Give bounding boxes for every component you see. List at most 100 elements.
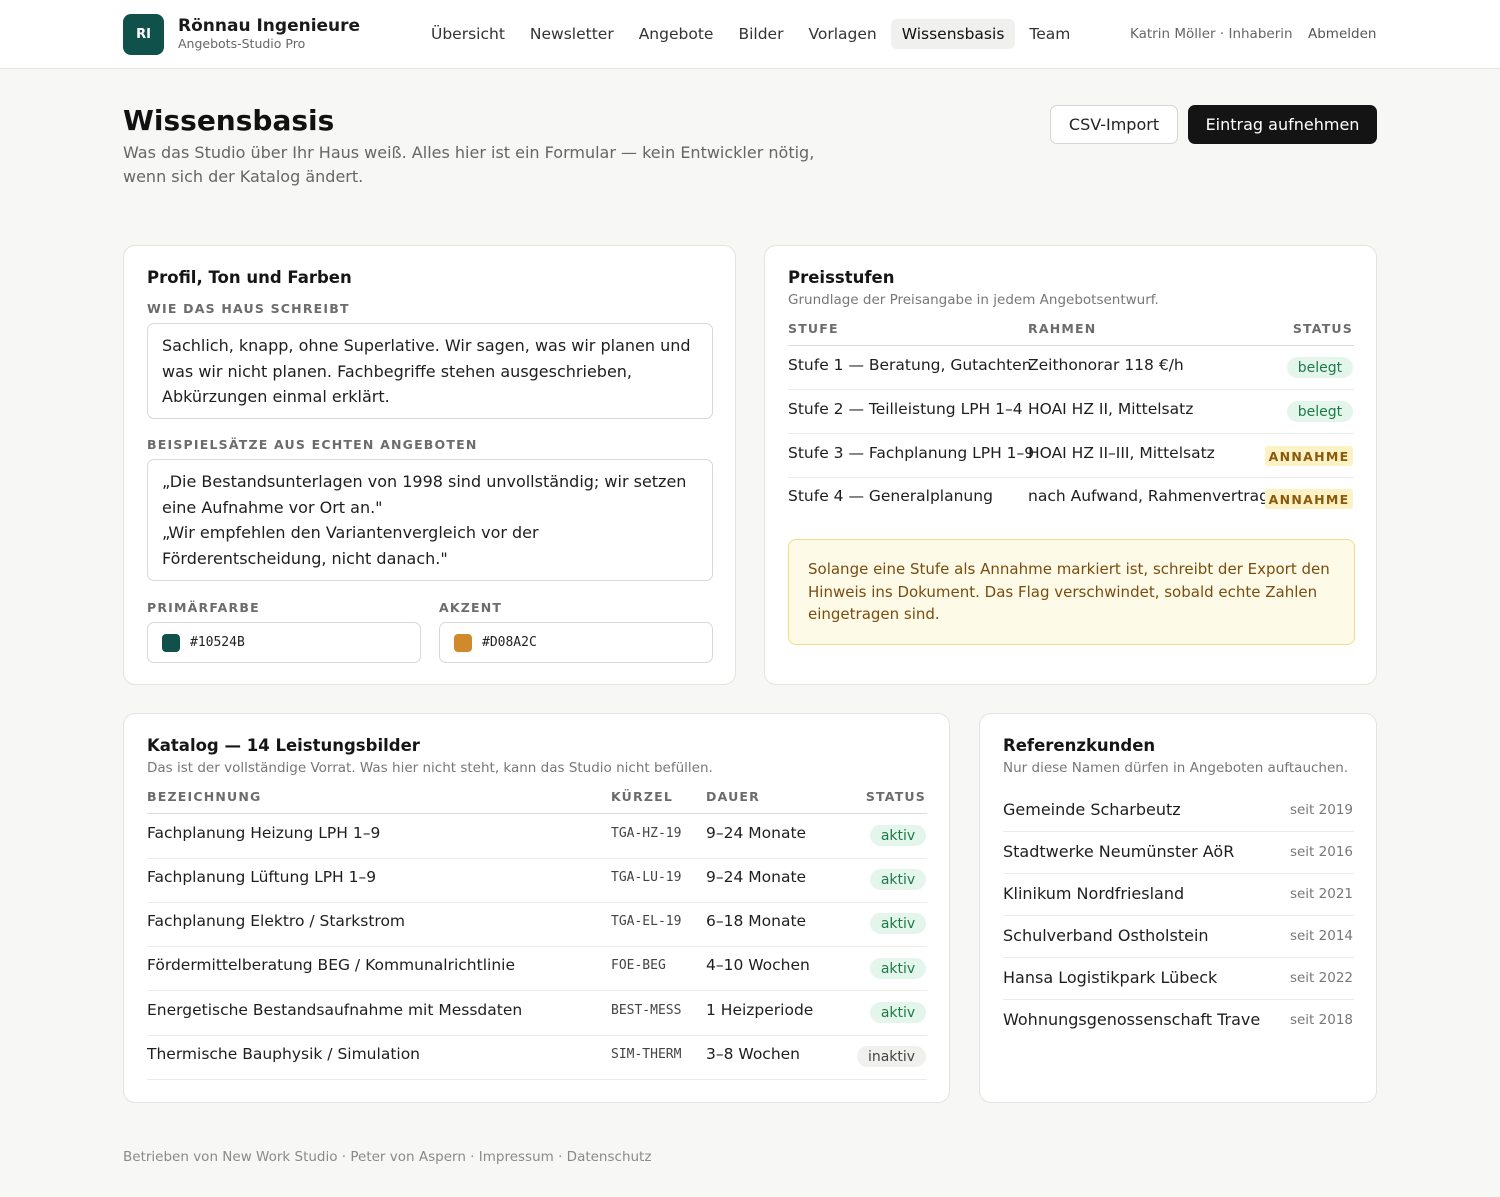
catalog-code: TGA-HZ-19 <box>611 826 682 841</box>
catalog-name: Thermische Bauphysik / Simulation <box>147 1045 421 1063</box>
status-badge: ANNAHME <box>1265 446 1353 466</box>
status-badge: belegt <box>1287 357 1353 378</box>
examples-label: BEISPIELSÄTZE AUS ECHTEN ANGEBOTEN <box>147 437 478 452</box>
brand-subtitle: Angebots-Studio Pro <box>178 36 306 51</box>
page-description: Was das Studio über Ihr Haus weiß. Alles… <box>123 143 815 186</box>
primary-color-label: PRIMÄRFARBE <box>147 600 260 615</box>
nav-item-newsletter[interactable]: Newsletter <box>519 19 625 49</box>
reference-name: Klinikum Nordfriesland <box>1003 884 1185 903</box>
main-nav: Übersicht Newsletter Angebote Bilder Vor… <box>420 19 1084 49</box>
example-sentence-2: „Wir empfehlen den Variantenvergleich vo… <box>162 523 539 568</box>
status-badge: inaktiv <box>857 1046 926 1067</box>
example-sentence-1: „Die Bestandsunterlagen von 1998 sind un… <box>162 472 687 517</box>
catalog-code: TGA-EL-19 <box>611 914 682 929</box>
catalog-header-divider <box>147 813 927 814</box>
examples-textarea[interactable]: „Die Bestandsunterlagen von 1998 sind un… <box>147 459 713 581</box>
status-badge: aktiv <box>870 869 926 890</box>
nav-item-bilder[interactable]: Bilder <box>727 19 794 49</box>
row-divider <box>788 389 1354 390</box>
pricing-card-subtitle: Grundlage der Preisangabe in jedem Angeb… <box>788 292 1159 308</box>
profile-card: Profil, Ton und Farben WIE DAS HAUS SCHR… <box>123 245 736 685</box>
pricing-stufe: Stufe 1 — Beratung, Gutachten <box>788 356 1032 374</box>
accent-color-label: AKZENT <box>439 600 503 615</box>
reference-name: Wohnungsgenossenschaft Trave <box>1003 1010 1261 1029</box>
catalog-card-title: Katalog — 14 Leistungsbilder <box>147 736 420 755</box>
nav-item-team[interactable]: Team <box>1018 19 1081 49</box>
row-divider <box>1003 915 1354 916</box>
row-divider <box>147 990 927 991</box>
catalog-name: Energetische Bestandsaufnahme mit Messda… <box>147 1001 523 1019</box>
row-divider <box>1003 873 1354 874</box>
catalog-code: FOE-BEG <box>611 958 666 973</box>
row-divider <box>1003 957 1354 958</box>
pricing-col-rahmen: RAHMEN <box>1028 321 1097 336</box>
brand-logo[interactable]: RI <box>123 14 164 55</box>
pricing-stufe: Stufe 4 — Generalplanung <box>788 487 993 505</box>
nav-item-angebote[interactable]: Angebote <box>628 19 725 49</box>
catalog-name: Fachplanung Elektro / Starkstrom <box>147 912 406 930</box>
profile-card-title: Profil, Ton und Farben <box>147 268 352 287</box>
nav-item-uebersicht[interactable]: Übersicht <box>420 19 516 49</box>
pricing-rahmen: nach Aufwand, Rahmenvertrag <box>1028 487 1269 505</box>
catalog-duration: 6–18 Monate <box>706 912 807 930</box>
references-card-subtitle: Nur diese Namen dürfen in Angeboten auft… <box>1003 760 1349 776</box>
accent-color-swatch[interactable] <box>454 633 472 652</box>
row-divider <box>147 946 927 947</box>
catalog-duration: 1 Heizperiode <box>706 1001 814 1019</box>
row-divider <box>147 1079 927 1080</box>
catalog-card-subtitle: Das ist der vollständige Vorrat. Was hie… <box>147 760 713 776</box>
catalog-duration: 9–24 Monate <box>706 868 807 886</box>
status-badge: belegt <box>1287 401 1353 422</box>
nav-item-wissensbasis[interactable]: Wissensbasis <box>890 19 1016 49</box>
primary-color-field[interactable]: #10524B <box>147 622 421 663</box>
reference-since: seit 2021 <box>1289 886 1353 902</box>
reference-since: seit 2018 <box>1289 1012 1353 1028</box>
brand-name: Rönnau Ingenieure <box>178 16 361 36</box>
add-entry-button[interactable]: Eintrag aufnehmen <box>1188 105 1377 144</box>
catalog-col-code: KÜRZEL <box>611 789 674 804</box>
row-divider <box>147 858 927 859</box>
pricing-rahmen: HOAI HZ II–III, Mittelsatz <box>1028 444 1215 462</box>
top-bar: RI Rönnau Ingenieure Angebots-Studio Pro… <box>0 0 1500 69</box>
reference-since: seit 2014 <box>1289 928 1353 944</box>
pricing-card-title: Preisstufen <box>788 268 895 287</box>
primary-color-swatch[interactable] <box>162 633 180 652</box>
catalog-col-name: BEZEICHNUNG <box>147 789 262 804</box>
row-divider <box>788 433 1354 434</box>
nav-item-vorlagen[interactable]: Vorlagen <box>797 19 887 49</box>
row-divider <box>788 477 1354 478</box>
reference-name: Gemeinde Scharbeutz <box>1003 800 1181 819</box>
pricing-stufe: Stufe 2 — Teilleistung LPH 1–4 <box>788 400 1023 418</box>
reference-name: Schulverband Ostholstein <box>1003 926 1209 945</box>
tone-textarea[interactable]: Sachlich, knapp, ohne Superlative. Wir s… <box>147 323 713 419</box>
csv-import-button[interactable]: CSV-Import <box>1050 105 1178 144</box>
catalog-code: TGA-LU-19 <box>611 870 682 885</box>
reference-name: Stadtwerke Neumünster AöR <box>1003 842 1235 861</box>
primary-color-value: #10524B <box>190 635 245 650</box>
reference-since: seit 2019 <box>1289 802 1353 818</box>
pricing-card: Preisstufen Grundlage der Preisangabe in… <box>764 245 1377 685</box>
page-title: Wissensbasis <box>123 104 335 137</box>
accent-color-field[interactable]: #D08A2C <box>439 622 713 663</box>
catalog-name: Fachplanung Heizung LPH 1–9 <box>147 824 381 842</box>
status-badge: ANNAHME <box>1265 489 1353 509</box>
status-badge: aktiv <box>870 1002 926 1023</box>
pricing-header-divider <box>788 345 1354 346</box>
footer[interactable]: Betrieben von New Work Studio · Peter vo… <box>123 1149 651 1165</box>
row-divider <box>1003 831 1354 832</box>
status-badge: aktiv <box>870 825 926 846</box>
status-badge: aktiv <box>870 958 926 979</box>
logout-link[interactable]: Abmelden <box>1308 26 1376 42</box>
catalog-code: BEST-MESS <box>611 1003 682 1018</box>
catalog-name: Fachplanung Lüftung LPH 1–9 <box>147 868 377 886</box>
row-divider <box>1003 999 1354 1000</box>
catalog-duration: 4–10 Wochen <box>706 956 810 974</box>
references-card-title: Referenzkunden <box>1003 736 1156 755</box>
catalog-code: SIM-THERM <box>611 1047 682 1062</box>
pricing-stufe: Stufe 3 — Fachplanung LPH 1–9 <box>788 444 1035 462</box>
pricing-rahmen: HOAI HZ II, Mittelsatz <box>1028 400 1194 418</box>
assumption-note: Solange eine Stufe als Annahme markiert … <box>788 539 1355 645</box>
catalog-card: Katalog — 14 Leistungsbilder Das ist der… <box>123 713 950 1103</box>
catalog-duration: 9–24 Monate <box>706 824 807 842</box>
reference-since: seit 2016 <box>1289 844 1353 860</box>
